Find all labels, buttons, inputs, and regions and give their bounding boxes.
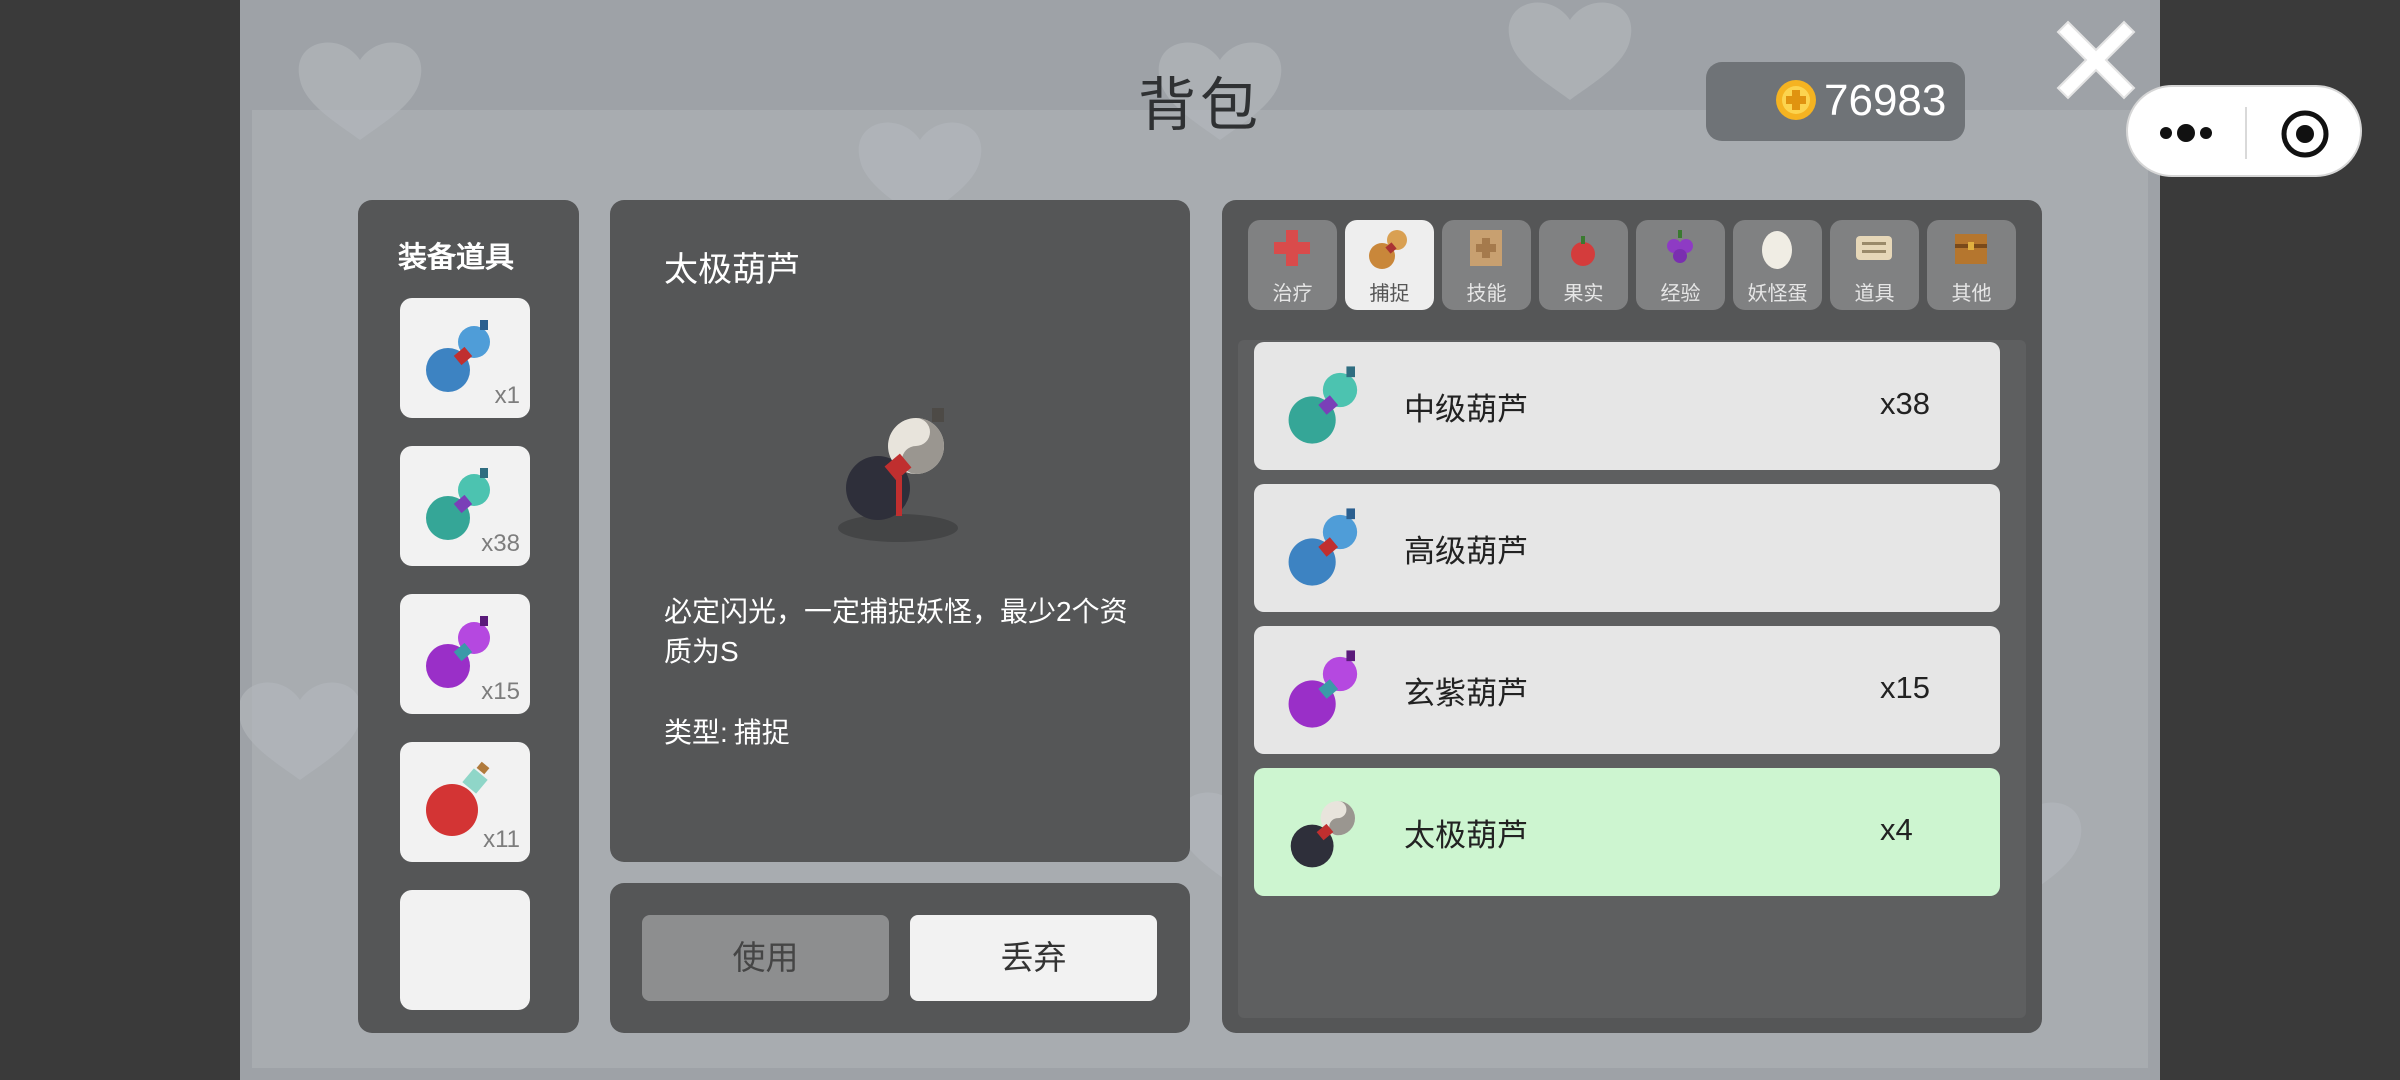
chest-icon [1955,234,1987,264]
tab-items[interactable]: 道具 [1830,220,1919,310]
equip-slot-2[interactable]: x38 [400,446,530,566]
berry-icon [1571,236,1595,266]
capsule-divider [2245,107,2247,159]
scroll-icon [1470,230,1502,266]
purple-gourd-icon [1288,650,1358,728]
close-icon[interactable] [2054,18,2138,102]
list-item-selected[interactable]: 太极葫芦 x4 [1254,768,2000,896]
equip-slot-4[interactable]: x11 [400,742,530,862]
inventory-panel: 治疗 捕捉 技能 果实 经验 妖怪蛋 道具 其他 中级葫芦 x38 高级葫芦 玄… [1222,200,2042,1033]
teal-gourd-icon [1288,366,1358,444]
tab-fruit[interactable]: 果实 [1539,220,1628,310]
equip-panel-title: 装备道具 [398,242,515,274]
item-type-label: 类型: [664,717,728,748]
tab-skill[interactable]: 技能 [1442,220,1531,310]
item-count: x4 [1880,812,1913,847]
grape-icon [1667,230,1693,263]
discard-button[interactable]: 丢弃 [910,915,1157,1001]
more-icon[interactable] [2156,115,2232,151]
gourd-icon [1369,230,1407,269]
tab-exp[interactable]: 经验 [1636,220,1725,310]
list-item[interactable]: 高级葫芦 [1254,484,2000,612]
gold-coin-icon [1776,80,1816,120]
use-button[interactable]: 使用 [642,915,889,1001]
slot-count: x15 [481,678,520,705]
tab-label: 妖怪蛋 [1747,283,1808,305]
tab-label: 技能 [1466,283,1507,305]
tab-label: 果实 [1563,283,1604,305]
tab-monster-egg[interactable]: 妖怪蛋 [1733,220,1822,310]
item-type: 类型: 捕捉 [664,711,790,751]
slot-count: x11 [483,826,520,853]
item-count: x15 [1880,670,1930,705]
tab-label: 经验 [1660,283,1701,305]
tab-heal[interactable]: 治疗 [1248,220,1337,310]
list-item[interactable]: 中级葫芦 x38 [1254,342,2000,470]
egg-icon [1762,231,1792,269]
tab-label: 捕捉 [1369,283,1410,305]
action-panel: 使用 丢弃 [610,883,1190,1033]
slot-count: x1 [494,382,520,409]
slot-count: x38 [481,530,520,557]
game-screen: 背包 76983 装备道具 x1 x38 x15 x11 太极葫芦 必定闪光，一… [240,0,2160,1080]
equip-slot-3[interactable]: x15 [400,594,530,714]
miniprogram-capsule [2126,85,2362,177]
tab-other[interactable]: 其他 [1927,220,2016,310]
item-name: 高级葫芦 [1404,534,1528,569]
item-name: 中级葫芦 [1404,392,1528,427]
equip-slot-1[interactable]: x1 [400,298,530,418]
taiji-gourd-icon [838,408,958,542]
list-item[interactable]: 玄紫葫芦 x15 [1254,626,2000,754]
item-name: 玄紫葫芦 [1404,676,1528,711]
coin-balance: 76983 [1706,62,1965,141]
blue-gourd-icon [1288,508,1358,586]
close-miniprogram-icon[interactable] [2280,109,2330,159]
item-list: 中级葫芦 x38 高级葫芦 玄紫葫芦 x15 太极葫芦 x4 [1238,340,2026,1018]
tab-capture[interactable]: 捕捉 [1345,220,1434,310]
coin-amount: 76983 [1824,76,1947,125]
tab-label: 治疗 [1272,283,1313,305]
red-cross-icon [1274,230,1310,266]
taiji-gourd-icon [1290,801,1355,868]
equipped-items-panel: 装备道具 x1 x38 x15 x11 [358,200,579,1033]
item-detail-panel: 太极葫芦 必定闪光，一定捕捉妖怪，最少2个资质为S 类型: 捕捉 [610,200,1190,862]
item-detail-name: 太极葫芦 [664,251,800,289]
equip-slot-5-empty[interactable] [400,890,530,1010]
item-name: 太极葫芦 [1404,818,1528,853]
item-description: 必定闪光，一定捕捉妖怪，最少2个资质为S [664,596,1128,667]
blue-gourd-icon [426,320,490,392]
item-type-value: 捕捉 [733,717,790,748]
tab-label: 道具 [1854,283,1895,305]
item-count: x38 [1880,386,1930,421]
tab-label: 其他 [1951,283,1992,305]
paper-icon [1856,236,1892,260]
